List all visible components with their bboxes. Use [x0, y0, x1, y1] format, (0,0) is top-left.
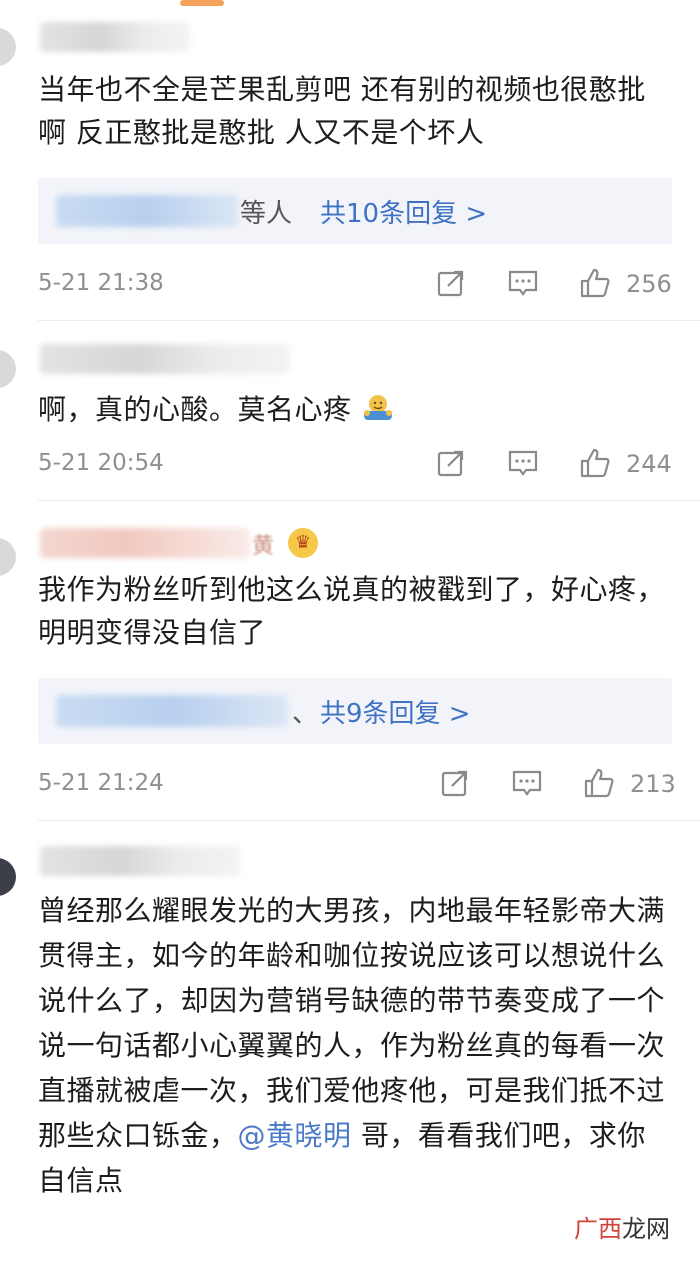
comment-text: 曾经那么耀眼发光的大男孩，内地最年轻影帝大满贯得主，如今的年龄和咖位按说应该可以…	[38, 888, 670, 1203]
top-accent-bar	[180, 0, 224, 6]
watermark-part1: 广西	[574, 1215, 622, 1243]
comment-icon[interactable]	[506, 446, 540, 480]
comment-text-main: 曾经那么耀眼发光的大男孩，内地最年轻影帝大满贯得主，如今的年龄和咖位按说应该可以…	[38, 894, 666, 1152]
view-replies-link[interactable]: 共10条回复 >	[320, 193, 487, 230]
avatar[interactable]	[0, 538, 16, 576]
username-blurred[interactable]	[40, 846, 240, 876]
timestamp: 5-21 20:54	[38, 450, 164, 476]
avatar[interactable]	[0, 858, 16, 896]
comment-text: 啊，真的心酸。莫名心疼	[38, 388, 670, 431]
username-blurred[interactable]	[40, 344, 290, 374]
watermark-part2: 龙网	[622, 1215, 670, 1243]
site-watermark: 广西龙网	[574, 1209, 670, 1244]
share-icon[interactable]	[434, 266, 468, 300]
comment-icon[interactable]	[510, 766, 544, 800]
username-blurred[interactable]	[40, 22, 190, 52]
share-icon[interactable]	[438, 766, 472, 800]
like-count: 244	[626, 450, 672, 478]
comment-text: 当年也不全是芒果乱剪吧 还有别的视频也很憨批啊 反正憨批是憨批 人又不是个坏人	[38, 73, 646, 149]
username-tail: 黄	[252, 534, 275, 559]
comment-text-content: 啊，真的心酸。莫名心疼	[38, 393, 352, 426]
like-count: 256	[626, 270, 672, 298]
avatar[interactable]	[0, 28, 16, 66]
username-blurred[interactable]	[40, 528, 250, 558]
comment-meta: 5-21 20:54 244	[38, 444, 672, 484]
like-icon[interactable]	[578, 446, 612, 480]
timestamp: 5-21 21:24	[38, 770, 164, 796]
comment-icon[interactable]	[506, 266, 540, 300]
like-count: 213	[630, 770, 676, 798]
avatar[interactable]	[0, 350, 16, 388]
comment-meta: 5-21 21:24 213	[38, 764, 676, 804]
comment-meta: 5-21 21:38 256	[38, 264, 672, 304]
reply-preview[interactable]: 等人 共10条回复 >	[38, 178, 672, 244]
like-icon[interactable]	[582, 766, 616, 800]
hug-emoji-icon	[361, 392, 395, 422]
divider	[38, 820, 700, 821]
divider	[38, 500, 700, 501]
timestamp: 5-21 21:38	[38, 270, 164, 296]
divider	[38, 320, 700, 321]
reply-tail: 、	[292, 699, 319, 729]
reply-tail: 等人	[240, 199, 293, 229]
reply-usernames-blurred	[56, 195, 238, 227]
crown-icon: ♛	[288, 528, 318, 558]
view-replies-link[interactable]: 共9条回复 >	[320, 693, 471, 730]
like-icon[interactable]	[578, 266, 612, 300]
reply-preview[interactable]: 、 共9条回复 >	[38, 678, 672, 744]
comment-text: 我作为粉丝听到他这么说真的被戳到了，好心疼，明明变得没自信了	[38, 573, 666, 649]
reply-usernames-blurred	[56, 695, 288, 727]
mention-link[interactable]: @黄晓明	[238, 1119, 352, 1152]
share-icon[interactable]	[434, 446, 468, 480]
